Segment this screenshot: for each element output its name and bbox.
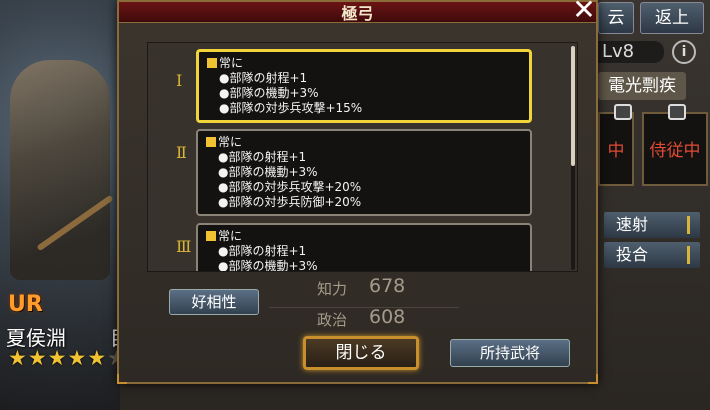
effect-line: ●部隊の射程+1 bbox=[218, 150, 307, 164]
level-numeral: Ⅱ bbox=[176, 143, 187, 162]
skill-label: 速射 bbox=[616, 215, 649, 234]
scrollbar-thumb[interactable] bbox=[571, 46, 575, 166]
stat-value: 678 bbox=[369, 275, 406, 297]
stat-label: 政治 bbox=[317, 311, 348, 329]
stat-divider bbox=[269, 307, 459, 308]
close-button[interactable]: 閉じる bbox=[303, 336, 419, 370]
skill-level-bar bbox=[687, 246, 690, 264]
level-numeral: Ⅲ bbox=[176, 237, 192, 256]
condition-text: 常に bbox=[219, 56, 244, 70]
owned-generals-button[interactable]: 所持武将 bbox=[450, 339, 570, 367]
frame-corner bbox=[588, 374, 598, 384]
star-icon: ★ bbox=[87, 346, 108, 370]
condition-square-icon bbox=[207, 58, 217, 68]
lock-icon bbox=[614, 104, 632, 120]
dialog-title: 極弓 bbox=[341, 4, 374, 23]
star-icon: ★ bbox=[67, 346, 88, 370]
condition-text: 常に bbox=[218, 135, 243, 149]
condition-square-icon bbox=[206, 231, 216, 241]
effect-line: ●部隊の対歩兵攻撃+20% bbox=[218, 180, 362, 194]
star-icon: ★ bbox=[8, 346, 28, 370]
skill-row[interactable]: 速射 bbox=[604, 212, 700, 238]
effect-line: ●部隊の機動+3% bbox=[219, 86, 319, 100]
skill-name-label: 電光剽疾 bbox=[598, 72, 686, 100]
effect-box[interactable]: 常に ●部隊の射程+1 ●部隊の機動+3% bbox=[196, 223, 532, 272]
effect-box[interactable]: 常に ●部隊の射程+1 ●部隊の機動+3% ●部隊の対歩兵攻撃+20% ●部隊の… bbox=[196, 129, 532, 216]
star-icon: ★ bbox=[27, 346, 48, 370]
effect-box-selected[interactable]: 常に ●部隊の射程+1 ●部隊の機動+3% ●部隊の対歩兵攻撃+15% bbox=[196, 49, 532, 123]
skill-row[interactable]: 投合 bbox=[604, 242, 700, 268]
skill-detail-dialog: 極弓 ✕ Ⅰ 常に ●部隊の射程+1 ●部隊の機動+3% ●部隊の対歩兵攻撃+1… bbox=[117, 0, 598, 384]
effect-line: ●部隊の機動+3% bbox=[218, 165, 318, 179]
skill-level-bar bbox=[687, 216, 690, 234]
dialog-header: 極弓 bbox=[119, 2, 596, 23]
star-icon: ★ bbox=[47, 346, 68, 370]
info-icon[interactable]: i bbox=[672, 40, 696, 64]
skill-label: 投合 bbox=[616, 245, 649, 264]
affinity-button[interactable]: 好相性 bbox=[169, 289, 259, 315]
effect-list-panel[interactable]: Ⅰ 常に ●部隊の射程+1 ●部隊の機動+3% ●部隊の対歩兵攻撃+15% Ⅱ … bbox=[147, 42, 578, 272]
attendant-slot[interactable]: 侍従中 bbox=[642, 104, 708, 186]
slot-status: 中 bbox=[607, 141, 625, 161]
stat-value: 608 bbox=[369, 306, 406, 328]
level-numeral: Ⅰ bbox=[176, 71, 183, 90]
effect-line: ●部隊の射程+1 bbox=[219, 71, 308, 85]
return-button[interactable]: 返上 bbox=[640, 2, 704, 34]
condition-line: 常に bbox=[207, 56, 529, 71]
effect-line: ●部隊の対歩兵防御+20% bbox=[218, 195, 362, 209]
scrollbar[interactable] bbox=[571, 46, 575, 270]
attendant-slot[interactable]: 中 bbox=[598, 104, 634, 186]
condition-text: 常に bbox=[218, 229, 243, 243]
hero-portrait bbox=[10, 60, 110, 280]
lock-icon bbox=[668, 104, 686, 120]
effect-line: ●部隊の射程+1 bbox=[218, 244, 307, 258]
condition-square-icon bbox=[206, 137, 216, 147]
effect-line: ●部隊の対歩兵攻撃+15% bbox=[219, 101, 363, 115]
slot-status: 侍従中 bbox=[649, 141, 701, 161]
condition-line: 常に bbox=[206, 135, 530, 150]
rarity-badge: UR bbox=[8, 292, 43, 317]
level-display: Lv8 bbox=[598, 41, 664, 63]
frame-corner bbox=[117, 374, 127, 384]
effect-line: ●部隊の機動+3% bbox=[218, 259, 318, 272]
top-tab-button[interactable]: 云 bbox=[598, 2, 634, 34]
condition-line: 常に bbox=[206, 229, 530, 244]
close-icon[interactable]: ✕ bbox=[570, 0, 598, 24]
stat-label: 知力 bbox=[317, 280, 348, 298]
